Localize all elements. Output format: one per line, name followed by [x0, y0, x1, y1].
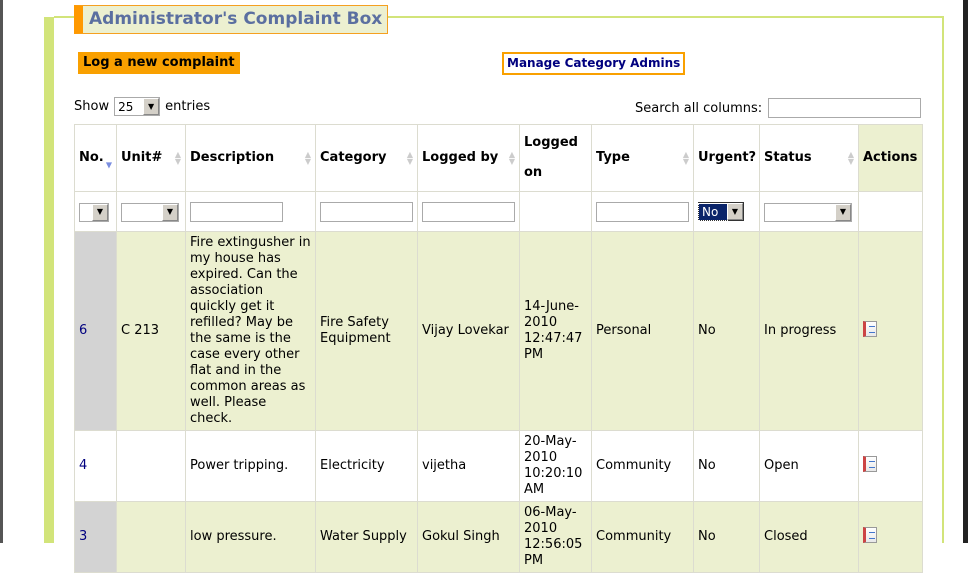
col-label: Category [320, 150, 387, 165]
entries-label: entries [165, 99, 211, 114]
cell-urgent: No [693, 231, 760, 431]
col-logged-on[interactable]: Logged on [519, 124, 592, 192]
cell-urgent: No [693, 501, 760, 573]
cell-category: Fire Safety Equipment [315, 231, 418, 431]
chevron-down-icon: ▼ [162, 203, 178, 221]
window-border-left [0, 0, 3, 543]
sort-icon: ▲ ▼ [174, 150, 181, 166]
empty-cell [519, 191, 592, 232]
length-control: Show 25 ▼ entries [74, 97, 210, 116]
edit-notes-icon[interactable] [863, 320, 877, 337]
cell-type: Community [591, 501, 694, 573]
cell-no: 3 [74, 501, 117, 573]
col-label: Description [190, 150, 275, 165]
col-urgent[interactable]: Urgent? [693, 124, 760, 192]
entries-select[interactable]: 25 ▼ [114, 97, 161, 116]
entries-value: 25 [118, 99, 134, 114]
logged-by-filter-input[interactable] [422, 201, 515, 222]
table-row: 3 low pressure. Water Supply Gokul Singh… [74, 501, 923, 573]
sort-desc-icon: ▼ [105, 160, 112, 170]
sort-icon: ▲ ▼ [304, 150, 311, 166]
sort-icon: ▲ ▼ [508, 150, 515, 166]
cell-status: Closed [759, 501, 859, 573]
empty-cell [858, 191, 923, 232]
type-filter-input[interactable] [596, 201, 689, 222]
urgent-filter-value: No [698, 202, 728, 221]
cell-urgent: No [693, 430, 760, 502]
cell-actions [858, 501, 923, 573]
cell-actions [858, 430, 923, 502]
col-label: Unit# [121, 150, 163, 165]
category-filter-input[interactable] [320, 201, 413, 222]
cell-unit [116, 430, 186, 502]
scrollbar-track[interactable] [963, 0, 968, 543]
col-unit[interactable]: Unit# ▲ ▼ [116, 124, 186, 192]
no-filter-select[interactable]: ▼ [79, 202, 109, 222]
sort-icon: ▲ ▼ [847, 150, 854, 166]
unit-filter-select[interactable]: ▼ [121, 202, 179, 222]
cell-unit [116, 501, 186, 573]
col-label: Type [596, 150, 630, 165]
edit-notes-icon[interactable] [863, 455, 877, 472]
frame-border [44, 17, 54, 543]
complaints-table: No. ▼ Unit# ▲ ▼ Description ▲ ▼ Category ▲ ▼ Lo… [74, 124, 923, 573]
cell-type: Community [591, 430, 694, 502]
cell-no: 6 [74, 231, 117, 431]
col-status[interactable]: Status ▲ ▼ [759, 124, 859, 192]
table-row: 4 Power tripping. Electricity vijetha 20… [74, 430, 923, 502]
col-no[interactable]: No. ▼ [74, 124, 117, 192]
manage-category-admins-link[interactable]: Manage Category Admins [502, 52, 686, 75]
col-description[interactable]: Description ▲ ▼ [185, 124, 316, 192]
edit-notes-icon[interactable] [863, 526, 877, 543]
cell-logged-on: 06-May-2010 12:56:05 PM [519, 501, 592, 573]
chevron-down-icon: ▼ [727, 203, 743, 220]
filter-row: ▼ ▼ No ▼ ▼ [74, 191, 923, 232]
table-row: 6 C 213 Fire extingusher in my house has… [74, 231, 923, 431]
page-title: Administrator's Complaint Box [74, 5, 389, 34]
col-label: No. [79, 150, 104, 165]
frame-border-right [942, 16, 944, 543]
sort-icon: ▲ ▼ [406, 150, 413, 166]
col-category[interactable]: Category ▲ ▼ [315, 124, 418, 192]
cell-description: Fire extingusher in my house has expired… [185, 231, 316, 431]
cell-unit: C 213 [116, 231, 186, 431]
cell-category: Water Supply [315, 501, 418, 573]
cell-description: Power tripping. [185, 430, 316, 502]
description-filter-input[interactable] [190, 201, 283, 222]
cell-logged-on: 20-May-2010 10:20:10 AM [519, 430, 592, 502]
sort-icon: ▲ ▼ [682, 150, 689, 166]
chevron-down-icon: ▼ [143, 98, 160, 115]
col-label: Status [764, 150, 812, 165]
chevron-down-icon: ▼ [92, 203, 108, 221]
cell-type: Personal [591, 231, 694, 431]
urgent-filter-select[interactable]: No ▼ [698, 202, 744, 221]
search-control: Search all columns: [635, 98, 922, 118]
cell-category: Electricity [315, 430, 418, 502]
cell-description: low pressure. [185, 501, 316, 573]
cell-status: Open [759, 430, 859, 502]
cell-logged-by: Gokul Singh [417, 501, 520, 573]
col-label: Actions [863, 150, 918, 165]
cell-logged-by: Vijay Lovekar [417, 231, 520, 431]
search-label: Search all columns: [635, 100, 763, 116]
show-label: Show [74, 99, 110, 114]
header-row: No. ▼ Unit# ▲ ▼ Description ▲ ▼ Category ▲ ▼ Lo… [74, 124, 923, 192]
status-filter-select[interactable]: ▼ [764, 202, 852, 222]
log-complaint-button[interactable]: Log a new complaint [78, 52, 240, 74]
col-label: Logged on [524, 135, 578, 180]
cell-logged-by: vijetha [417, 430, 520, 502]
col-label: Logged by [422, 150, 499, 165]
search-input[interactable] [768, 98, 922, 118]
chevron-down-icon: ▼ [835, 203, 851, 221]
cell-logged-on: 14-June-2010 12:47:47 PM [519, 231, 592, 431]
cell-no: 4 [74, 430, 117, 502]
col-label: Urgent? [698, 150, 757, 165]
cell-status: In progress [759, 231, 859, 431]
cell-actions [858, 231, 923, 431]
col-actions: Actions [858, 124, 923, 192]
col-type[interactable]: Type ▲ ▼ [591, 124, 694, 192]
col-logged-by[interactable]: Logged by ▲ ▼ [417, 124, 520, 192]
